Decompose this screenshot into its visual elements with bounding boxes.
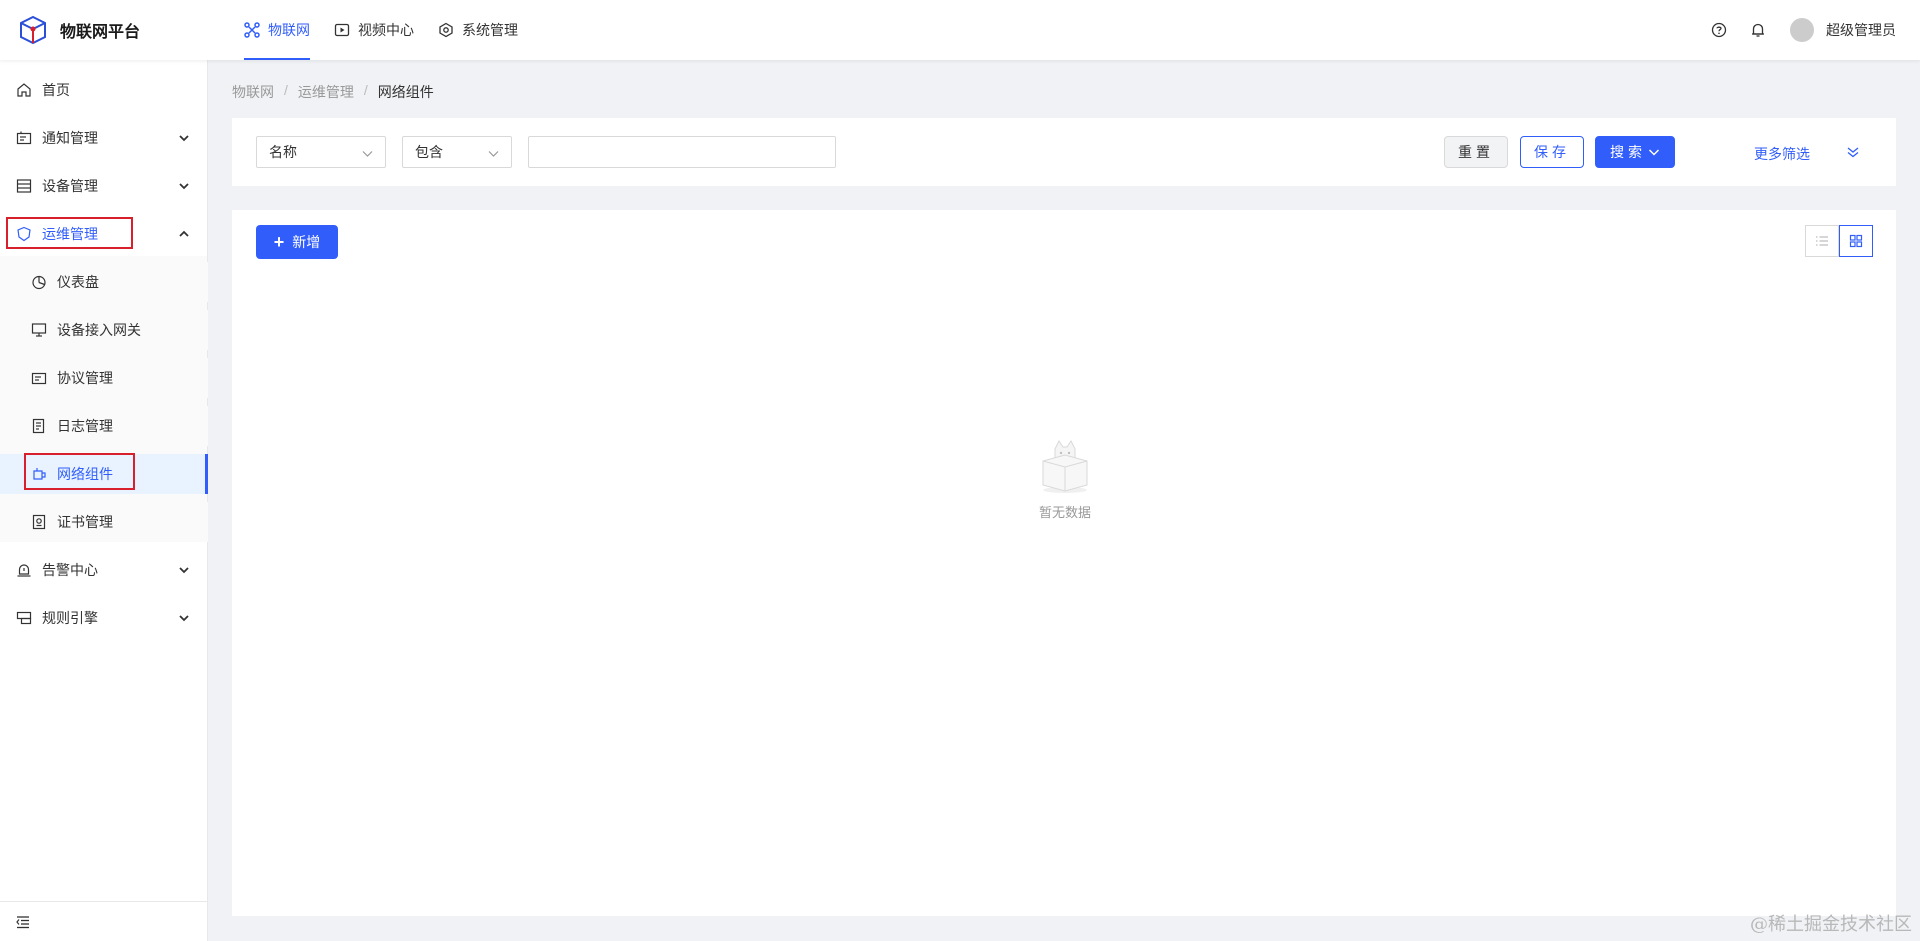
topnav-label: 物联网: [268, 22, 310, 38]
username[interactable]: 超级管理员: [1826, 20, 1896, 40]
sidebar-item-home[interactable]: 首页: [0, 70, 208, 110]
sidebar-collapse-toggle[interactable]: [0, 901, 207, 941]
breadcrumb: 物联网 / 运维管理 / 网络组件: [232, 82, 434, 102]
sidebar-item-label: 告警中心: [42, 562, 98, 578]
device-icon: [16, 179, 32, 193]
sidebar-item-dashboard[interactable]: 仪表盘: [0, 262, 208, 302]
chevron-up-icon: [179, 230, 189, 237]
grid-view-icon: [1849, 234, 1863, 248]
sidebar-item-label: 协议管理: [57, 370, 113, 386]
chevron-down-icon: [179, 615, 189, 622]
menu-fold-icon: [16, 915, 29, 928]
more-filter-link[interactable]: 更多筛选: [1754, 144, 1810, 164]
system-settings-icon: [439, 22, 453, 38]
sidebar-item-gateway[interactable]: 设备接入网关: [0, 310, 208, 350]
sidebar-item-rule[interactable]: 规则引擎: [0, 598, 208, 638]
sidebar: 首页 通知管理 设备管理 运维管理 仪表盘 设备接入网关 协议管理 日志管理 网…: [0, 60, 208, 941]
alarm-icon: [17, 564, 31, 577]
certificate-icon: [32, 514, 46, 530]
sidebar-item-label: 设备管理: [42, 178, 98, 194]
double-chevron-down-icon[interactable]: [1846, 145, 1860, 159]
document-icon: [32, 418, 45, 434]
video-play-icon: [334, 23, 350, 37]
save-button[interactable]: 保存: [1520, 136, 1584, 168]
card-view-toggle[interactable]: [1839, 225, 1873, 257]
chevron-down-icon: [179, 135, 189, 142]
field-select[interactable]: 名称: [256, 136, 386, 168]
topnav-label: 视频中心: [358, 22, 414, 38]
breadcrumb-current: 网络组件: [377, 84, 434, 100]
chevron-down-icon: [488, 151, 499, 157]
protocol-icon: [31, 372, 47, 385]
topnav-iot[interactable]: 物联网: [232, 0, 322, 60]
sidebar-item-ops[interactable]: 运维管理: [0, 214, 208, 254]
breadcrumb-item[interactable]: 物联网: [232, 82, 274, 102]
sidebar-item-label: 首页: [42, 82, 70, 98]
content-card: + 新增 暂无数据: [232, 210, 1896, 916]
app-title: 物联网平台: [60, 24, 141, 41]
filter-panel: 名称 包含 重置 保存 搜索 更多筛选: [232, 118, 1896, 186]
top-header: 物联网平台 物联网 视频中心 系统管理 超级管理员: [0, 0, 1920, 60]
breadcrumb-item[interactable]: 运维管理: [298, 82, 354, 102]
sidebar-item-label: 仪表盘: [57, 274, 99, 290]
sidebar-item-label: 规则引擎: [42, 610, 98, 626]
empty-state: 暂无数据: [1025, 435, 1105, 521]
sidebar-item-device[interactable]: 设备管理: [0, 166, 208, 206]
sidebar-item-label: 运维管理: [42, 226, 98, 242]
bell-icon[interactable]: [1750, 22, 1766, 38]
operator-select-value: 包含: [415, 144, 443, 160]
sidebar-item-label: 通知管理: [42, 130, 98, 146]
topnav-label: 系统管理: [462, 22, 518, 38]
top-nav: 物联网 视频中心 系统管理: [232, 0, 530, 60]
sidebar-item-label: 网络组件: [57, 466, 113, 482]
notify-icon: [16, 131, 32, 145]
topnav-video[interactable]: 视频中心: [322, 0, 426, 60]
chevron-down-icon: [1648, 149, 1660, 156]
plus-icon: +: [273, 232, 285, 252]
operator-select[interactable]: 包含: [402, 136, 512, 168]
chevron-down-icon: [179, 183, 189, 190]
logo[interactable]: 物联网平台: [0, 0, 208, 60]
empty-box-icon: [1042, 440, 1088, 493]
pie-chart-icon: [32, 275, 46, 290]
search-button[interactable]: 搜索: [1595, 136, 1675, 168]
topnav-system[interactable]: 系统管理: [426, 0, 530, 60]
view-toggle: [1805, 225, 1873, 257]
rule-engine-icon: [16, 611, 32, 625]
sidebar-item-protocol[interactable]: 协议管理: [0, 358, 208, 398]
field-select-value: 名称: [269, 144, 297, 160]
monitor-icon: [31, 323, 47, 337]
sidebar-item-network[interactable]: 网络组件: [0, 454, 208, 494]
list-view-toggle[interactable]: [1805, 225, 1839, 257]
sidebar-item-label: 证书管理: [57, 514, 113, 530]
sidebar-item-alarm[interactable]: 告警中心: [0, 550, 208, 590]
shield-icon: [17, 226, 31, 242]
help-icon[interactable]: [1711, 22, 1727, 38]
sidebar-item-label: 日志管理: [57, 418, 113, 434]
chevron-down-icon: [362, 151, 373, 157]
search-value-input[interactable]: [528, 136, 836, 168]
reset-button[interactable]: 重置: [1444, 136, 1508, 168]
sidebar-item-label: 设备接入网关: [57, 322, 141, 338]
cube-logo-icon: [20, 15, 46, 45]
iot-icon: [244, 22, 260, 38]
watermark: @稀土掘金技术社区: [1750, 914, 1912, 935]
sidebar-item-cert[interactable]: 证书管理: [0, 502, 208, 542]
sidebar-item-log[interactable]: 日志管理: [0, 406, 208, 446]
avatar[interactable]: [1790, 18, 1814, 42]
chevron-down-icon: [179, 567, 189, 574]
add-button[interactable]: + 新增: [256, 225, 338, 259]
plug-icon: [33, 468, 46, 480]
sidebar-item-notify[interactable]: 通知管理: [0, 118, 208, 158]
breadcrumb-separator: /: [363, 82, 368, 98]
home-icon: [17, 83, 31, 97]
breadcrumb-separator: /: [284, 82, 288, 98]
list-view-icon: [1816, 236, 1828, 246]
add-button-label: 新增: [292, 234, 321, 250]
empty-state-text: 暂无数据: [1038, 505, 1091, 520]
search-button-label: 搜索: [1610, 144, 1646, 160]
